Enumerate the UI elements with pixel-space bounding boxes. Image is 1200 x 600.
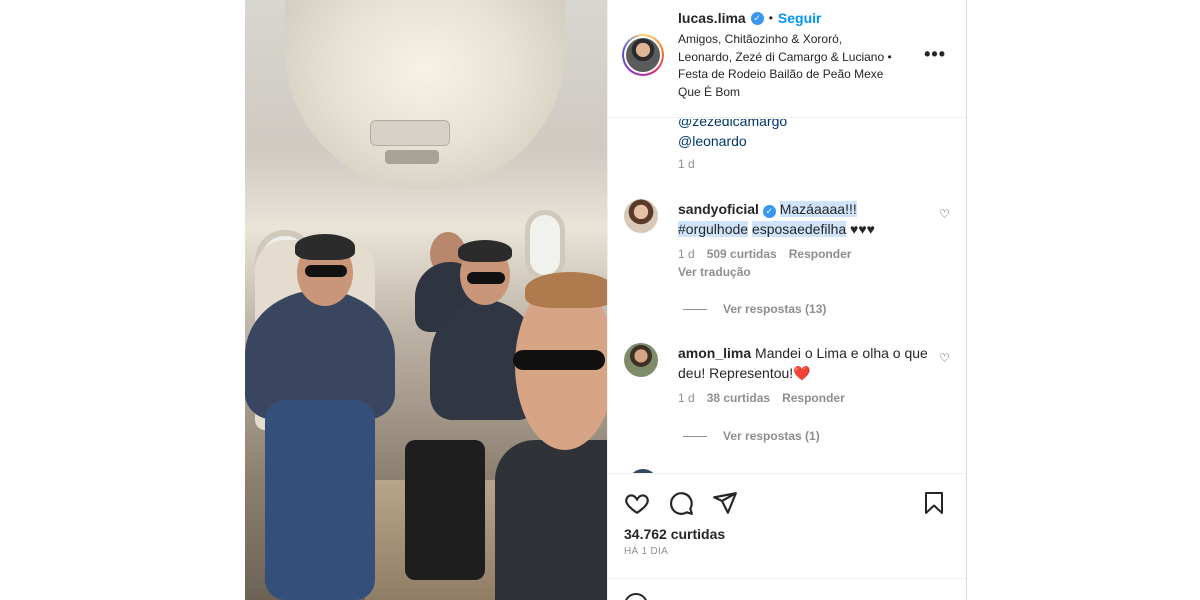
verified-badge-icon: ✓	[750, 11, 764, 25]
bookmark-icon[interactable]	[922, 490, 948, 516]
person-right-hair	[525, 272, 607, 308]
person-right-glasses	[513, 350, 605, 370]
person-left-hair	[295, 234, 355, 260]
reply-button[interactable]: Responder	[789, 247, 852, 261]
caption-time: 1 d	[678, 157, 695, 171]
follow-button[interactable]: Seguir	[778, 10, 822, 26]
comment-avatar[interactable]	[624, 343, 658, 377]
verified-badge-icon: ✓	[762, 205, 776, 218]
comment-icon[interactable]	[668, 490, 694, 516]
person-middle-glasses	[467, 272, 505, 284]
author-avatar[interactable]	[622, 34, 664, 76]
replies-line	[683, 308, 707, 310]
heart-icon[interactable]: ♡	[939, 351, 950, 365]
replies-line	[683, 435, 707, 437]
comment-hearts: ♥♥♥	[846, 221, 875, 237]
mention-zezedicamargo[interactable]: @zezedicamargo	[678, 119, 787, 129]
comment-avatar[interactable]	[624, 199, 658, 233]
cabin-window-right	[525, 210, 565, 280]
person-left-legs	[265, 400, 375, 600]
reply-button[interactable]: Responder	[782, 391, 845, 405]
backpack	[405, 440, 485, 580]
post-photo[interactable]	[245, 0, 607, 600]
comments-list[interactable]: @zezedicamargo @leonardo 1 d sandyoficia…	[608, 119, 966, 473]
person-right-body	[495, 440, 607, 600]
view-replies-button[interactable]: Ver respostas (13)	[683, 302, 826, 316]
author-avatar-image	[626, 38, 660, 72]
comment-highlight: Mazáaaaa!!!	[779, 201, 857, 217]
person-middle-hair	[458, 240, 512, 262]
view-replies-button[interactable]: Ver respostas (1)	[683, 429, 820, 443]
comment-username[interactable]: sandyoficial	[678, 201, 759, 217]
post-location[interactable]: Amigos, Chitãozinho & Xororó, Leonardo, …	[678, 31, 898, 101]
hashtag-link[interactable]: #orgulhode	[678, 221, 749, 237]
heart-icon[interactable]: ♡	[939, 207, 950, 221]
comment-composer[interactable]	[608, 578, 966, 600]
comment-time: 1 d	[678, 391, 695, 405]
comment-meta: 1 d 38 curtidas Responder	[678, 391, 845, 405]
emoji-icon[interactable]	[624, 593, 648, 600]
comment-meta: 1 d 509 curtidas Responder	[678, 247, 851, 261]
separator-dot: •	[768, 11, 773, 25]
comment-text: sandyoficial ✓ Mazáaaaa!!! #orgulhode es…	[678, 199, 928, 239]
author-line: lucas.lima ✓ • Seguir	[678, 10, 821, 26]
post-header: lucas.lima ✓ • Seguir Amigos, Chitãozinh…	[608, 0, 966, 118]
mention-leonardo[interactable]: @leonardo	[678, 133, 747, 149]
view-replies-label: Ver respostas (1)	[723, 429, 820, 443]
comment-time: 1 d	[678, 247, 695, 261]
action-icons	[624, 490, 738, 516]
comment-text: amon_lima Mandei o Lima e olha o que deu…	[678, 343, 928, 383]
author-username[interactable]: lucas.lima	[678, 10, 746, 26]
comment-likes[interactable]: 38 curtidas	[707, 391, 770, 405]
translate-button[interactable]: Ver tradução	[678, 265, 751, 279]
likes-count[interactable]: 34.762 curtidas	[624, 526, 725, 542]
comment-likes[interactable]: 509 curtidas	[707, 247, 777, 261]
cabin-vent-lower	[385, 150, 439, 164]
comment-highlight: esposaedefilha	[751, 221, 847, 237]
cabin-vent	[370, 120, 450, 146]
comment-username[interactable]: amon_lima	[678, 345, 751, 361]
heart-emoji: ❤️	[793, 365, 811, 381]
share-icon[interactable]	[712, 490, 738, 516]
post-time: HÁ 1 DIA	[624, 546, 669, 557]
post-side-panel: lucas.lima ✓ • Seguir Amigos, Chitãozinh…	[607, 0, 967, 600]
heart-icon[interactable]	[624, 490, 650, 516]
view-replies-label: Ver respostas (13)	[723, 302, 827, 316]
more-options-icon[interactable]: •••	[924, 44, 946, 65]
person-left-glasses	[305, 265, 347, 277]
post-actions: 34.762 curtidas HÁ 1 DIA	[608, 473, 966, 585]
